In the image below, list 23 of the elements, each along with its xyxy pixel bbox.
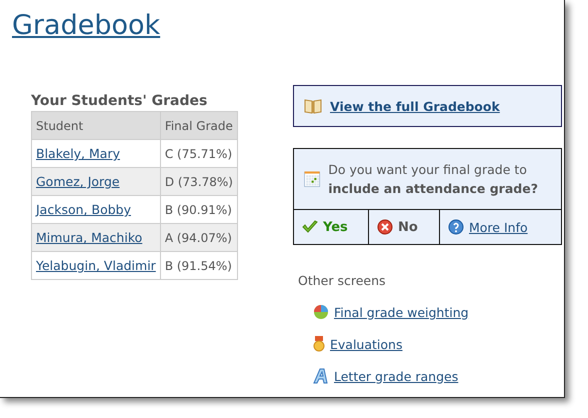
help-icon	[448, 219, 464, 235]
more-info-link[interactable]: More Info	[469, 220, 528, 234]
page-title-link[interactable]: Gradebook	[12, 8, 160, 44]
section-heading: Your Students' Grades	[31, 93, 208, 109]
check-icon	[302, 220, 318, 234]
grade-cell: A (94.07%)	[160, 224, 238, 252]
question-text: Do you want your final grade to include an attendance grade?	[328, 161, 539, 198]
full-gradebook-link[interactable]: View the full Gradebook	[330, 98, 500, 114]
letter-a-icon	[313, 368, 329, 384]
grade-cell: D (73.78%)	[160, 168, 238, 196]
pie-chart-icon	[313, 304, 329, 320]
screen-link[interactable]: Final grade weighting	[334, 304, 469, 320]
yes-option[interactable]: Yes	[323, 220, 348, 234]
grade-cell: B (91.54%)	[160, 252, 238, 280]
no-option[interactable]: No	[398, 220, 418, 234]
close-icon	[377, 219, 393, 235]
screen-link[interactable]: Letter grade ranges	[334, 368, 458, 384]
section-heading: Other screens	[298, 273, 387, 288]
book-icon	[304, 98, 322, 114]
column-header: Student	[32, 112, 160, 140]
column-header: Final Grade	[160, 112, 238, 140]
medal-icon	[313, 336, 325, 352]
screen-link[interactable]: Evaluations	[330, 336, 402, 352]
